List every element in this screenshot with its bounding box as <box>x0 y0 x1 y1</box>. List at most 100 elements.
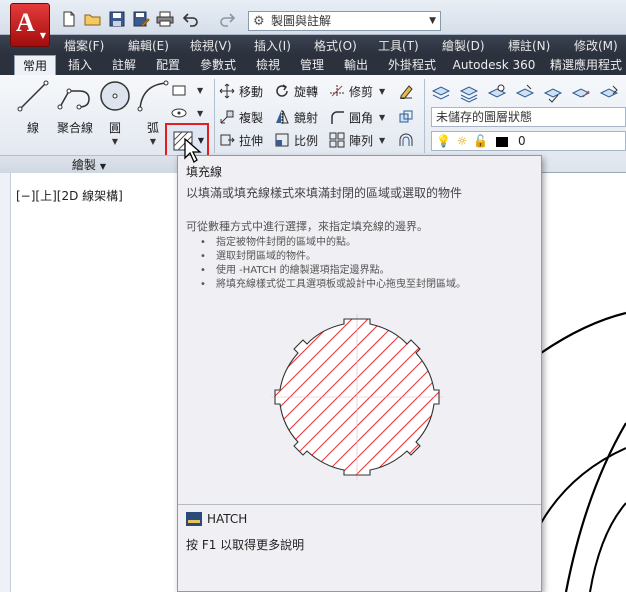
menu-modify[interactable]: 修改(M) <box>574 37 618 54</box>
quick-access-toolbar: ⚙ 製圖與註解 ▼ <box>0 0 626 35</box>
undo-icon[interactable] <box>182 11 200 27</box>
tooltip-bullet-list: 指定被物件封閉的區域中的點。 選取封閉區域的物件。 使用 -HATCH 的繪製選… <box>200 236 466 292</box>
fillet-icon <box>331 111 344 124</box>
layer-state-combo[interactable]: 未儲存的圖層狀態 <box>431 107 626 127</box>
array-tool-button[interactable]: 陣列 ▼ <box>329 130 385 150</box>
chevron-down-icon: ▼ <box>99 162 107 171</box>
layer-match-icon[interactable] <box>487 83 507 103</box>
mirror-label: 鏡射 <box>294 110 319 125</box>
menu-file[interactable]: 檔案(F) <box>64 37 104 54</box>
erase-tool-button[interactable] <box>398 81 418 101</box>
tab-manage[interactable]: 管理 <box>292 55 332 75</box>
ribbon-tab-bar: 常用 插入 註解 配置 參數式 檢視 管理 輸出 外掛程式 Autodesk 3… <box>0 55 626 75</box>
tab-annotate[interactable]: 註解 <box>104 55 144 75</box>
stretch-icon <box>220 134 235 146</box>
erase-icon <box>400 85 413 99</box>
circle-icon <box>100 81 130 111</box>
layer-isolate-icon[interactable] <box>515 83 535 103</box>
redo-icon[interactable] <box>218 11 236 27</box>
hatch-illustration <box>271 314 443 480</box>
mirror-icon <box>276 110 289 124</box>
array-icon <box>329 132 345 148</box>
draw-panel-footer[interactable]: 繪製 ▼ <box>0 155 178 173</box>
print-icon[interactable] <box>156 11 174 27</box>
current-layer-combo[interactable]: 💡 ☼ 🔓 0 <box>431 131 626 151</box>
menu-view[interactable]: 檢視(V) <box>190 37 232 54</box>
tooltip-divider <box>178 504 541 505</box>
panel-separator <box>214 79 215 153</box>
copy-tool-button[interactable]: 複製 <box>219 107 263 127</box>
chevron-down-icon: ▼ <box>197 108 204 118</box>
application-menu-button[interactable]: A ▼ <box>10 3 50 47</box>
circle-tool-button[interactable]: 圓 ▼ <box>94 79 136 146</box>
tab-featured-apps[interactable]: 精選應用程式 <box>544 55 626 75</box>
chevron-down-icon: ▼ <box>379 112 386 122</box>
menu-dimension[interactable]: 標註(N) <box>508 37 550 54</box>
explode-icon <box>399 110 413 123</box>
copy-label: 複製 <box>239 110 264 125</box>
fillet-tool-button[interactable]: 圓角 ▼ <box>329 107 385 127</box>
ellipse-icon <box>171 108 187 118</box>
rectangle-icon <box>172 85 186 96</box>
new-icon[interactable] <box>60 11 78 27</box>
layer-lock-icon[interactable] <box>571 83 591 103</box>
rectangle-tool-button[interactable]: ▼ <box>171 80 203 100</box>
explode-tool-button[interactable] <box>398 107 418 127</box>
scale-icon <box>275 133 289 147</box>
mirror-tool-button[interactable]: 鏡射 <box>274 107 318 127</box>
array-label: 陣列 <box>349 133 374 148</box>
scale-label: 比例 <box>294 133 319 148</box>
layer-state-value: 未儲存的圖層狀態 <box>436 110 533 124</box>
tab-view[interactable]: 檢視 <box>248 55 288 75</box>
open-icon[interactable] <box>84 11 102 27</box>
rotate-icon <box>276 84 288 97</box>
stretch-tool-button[interactable]: 拉伸 <box>219 130 263 150</box>
lightbulb-icon: 💡 <box>436 134 451 148</box>
scale-tool-button[interactable]: 比例 <box>274 130 318 150</box>
layer-freeze-icon[interactable] <box>543 83 563 103</box>
menu-draw[interactable]: 繪製(D) <box>442 37 485 54</box>
arc-icon <box>137 80 169 112</box>
rotate-tool-button[interactable]: 旋轉 <box>274 81 318 101</box>
line-tool-button[interactable]: 線 <box>12 79 54 136</box>
layer-color-swatch <box>496 136 509 147</box>
menu-edit[interactable]: 編輯(E) <box>128 37 169 54</box>
tab-output[interactable]: 輸出 <box>336 55 376 75</box>
command-line-icon <box>186 512 202 526</box>
chevron-down-icon[interactable]: ▼ <box>94 137 136 146</box>
autocad-logo-icon: A <box>16 8 35 37</box>
layer-tools-row <box>431 83 619 103</box>
tooltip-bullet: 選取封閉區域的物件。 <box>200 250 466 264</box>
tab-addins[interactable]: 外掛程式 <box>380 55 444 75</box>
move-icon <box>219 83 235 99</box>
current-layer-name: 0 <box>517 134 526 148</box>
stretch-label: 拉伸 <box>239 133 264 148</box>
trim-tool-button[interactable]: 修剪 ▼ <box>329 81 385 101</box>
tab-autodesk-360[interactable]: Autodesk 360 <box>448 55 540 75</box>
saveas-icon[interactable] <box>132 11 150 27</box>
menu-insert[interactable]: 插入(I) <box>254 37 291 54</box>
layer-walk-icon[interactable] <box>599 83 619 103</box>
drawing-curve <box>540 447 626 524</box>
polyline-tool-button[interactable]: 聚合線 <box>52 79 98 136</box>
chevron-down-icon: ▼ <box>429 16 436 26</box>
offset-icon <box>399 133 413 146</box>
tab-home[interactable]: 常用 <box>14 55 56 75</box>
circle-tool-label: 圓 <box>108 121 121 135</box>
workspace-select[interactable]: ⚙ 製圖與註解 ▼ <box>248 11 441 31</box>
menu-format[interactable]: 格式(O) <box>314 37 357 54</box>
tab-layout[interactable]: 配置 <box>148 55 188 75</box>
ellipse-tool-button[interactable]: ▼ <box>171 103 203 123</box>
save-icon[interactable] <box>108 11 126 27</box>
move-tool-button[interactable]: 移動 <box>219 81 263 101</box>
layer-state-icon[interactable] <box>459 83 479 103</box>
offset-tool-button[interactable] <box>398 130 418 150</box>
polyline-tool-label: 聚合線 <box>56 121 93 135</box>
tab-parametric[interactable]: 參數式 <box>192 55 244 75</box>
tooltip-bullet: 使用 -HATCH 的繪製選項指定邊界點。 <box>200 264 466 278</box>
panel-separator <box>424 79 425 153</box>
tooltip-description: 以填滿或填充線樣式來填滿封閉的區域或選取的物件 <box>186 186 463 200</box>
tab-insert[interactable]: 插入 <box>60 55 100 75</box>
menu-tools[interactable]: 工具(T) <box>378 37 419 54</box>
layer-properties-icon[interactable] <box>431 83 451 103</box>
